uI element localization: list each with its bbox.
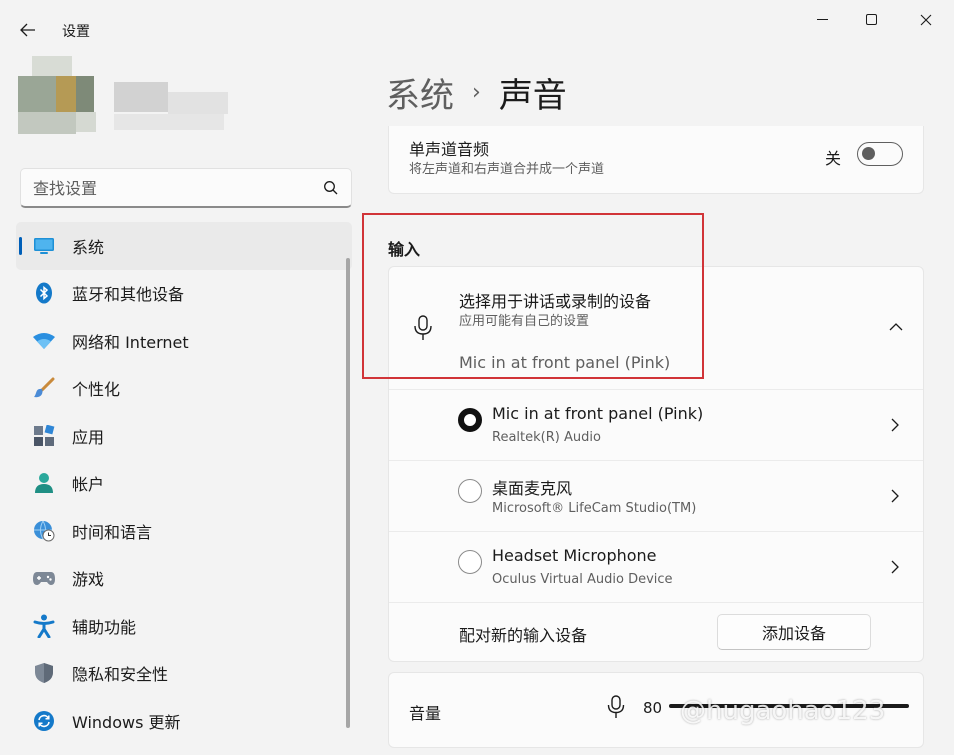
microphone-icon xyxy=(414,315,432,340)
volume-value: 80 xyxy=(643,699,663,717)
sidebar-nav: 系统 蓝牙和其他设备 网络和 Internet 个性化 应用 帐户 时间和语言 … xyxy=(16,222,352,745)
watermark: @hugaohao123 xyxy=(680,696,886,726)
window-title: 设置 xyxy=(62,24,90,40)
chevron-right-icon xyxy=(891,560,899,574)
sidebar-item-label: 网络和 Internet xyxy=(72,332,189,352)
microphone-icon[interactable] xyxy=(607,695,625,719)
breadcrumb-separator: › xyxy=(472,80,481,105)
sidebar-item-time-language[interactable]: 时间和语言 xyxy=(16,507,352,555)
device-radio-unchecked[interactable] xyxy=(458,479,482,503)
section-title-input: 输入 xyxy=(388,240,421,259)
device-name: Mic in at front panel (Pink) xyxy=(492,404,704,423)
search-box[interactable] xyxy=(20,168,352,208)
input-device-chooser[interactable]: 选择用于讲话或录制的设备 应用可能有自己的设置 Mic in at front … xyxy=(389,267,923,387)
breadcrumb: 系统 › 声音 xyxy=(386,68,567,117)
sidebar-item-apps[interactable]: 应用 xyxy=(16,412,352,460)
sidebar-item-windows-update[interactable]: Windows 更新 xyxy=(16,697,352,745)
chevron-right-icon xyxy=(891,418,899,432)
mono-audio-subtitle: 将左声道和右声道合并成一个声道 xyxy=(409,162,605,177)
input-device-card: 选择用于讲话或录制的设备 应用可能有自己的设置 Mic in at front … xyxy=(388,266,924,662)
search-input[interactable] xyxy=(33,169,323,207)
mono-audio-toggle[interactable] xyxy=(857,142,903,166)
sidebar-item-accessibility[interactable]: 辅助功能 xyxy=(16,602,352,650)
mono-audio-card: 单声道音频 将左声道和右声道合并成一个声道 关 xyxy=(388,126,924,194)
input-device-row[interactable]: Headset Microphone Oculus Virtual Audio … xyxy=(389,532,923,602)
input-device-row[interactable]: 桌面麦克风 Microsoft® LifeCam Studio(TM) xyxy=(389,461,923,531)
sidebar-item-label: 系统 xyxy=(72,237,105,257)
apps-icon xyxy=(32,424,56,448)
sidebar-item-label: 蓝牙和其他设备 xyxy=(72,285,185,305)
sidebar-item-label: 个性化 xyxy=(72,380,121,400)
chevron-up-icon xyxy=(889,323,903,331)
volume-label: 音量 xyxy=(409,704,442,723)
device-detail: Oculus Virtual Audio Device xyxy=(492,572,673,587)
toggle-state-label: 关 xyxy=(825,149,842,168)
device-name: 桌面麦克风 xyxy=(492,479,573,498)
sidebar-item-privacy[interactable]: 隐私和安全性 xyxy=(16,650,352,698)
minimize-icon xyxy=(817,19,828,20)
device-radio-unchecked[interactable] xyxy=(458,550,482,574)
add-device-button[interactable]: 添加设备 xyxy=(717,614,871,650)
close-button[interactable] xyxy=(903,6,949,34)
sidebar-item-bluetooth[interactable]: 蓝牙和其他设备 xyxy=(16,270,352,318)
title-bar: 设置 xyxy=(0,0,954,56)
search-icon[interactable] xyxy=(323,180,339,196)
sidebar-item-personalization[interactable]: 个性化 xyxy=(16,365,352,413)
device-radio-checked[interactable] xyxy=(458,408,482,432)
back-button[interactable] xyxy=(14,18,42,42)
sidebar-item-accounts[interactable]: 帐户 xyxy=(16,460,352,508)
sidebar-item-label: 应用 xyxy=(72,427,105,447)
close-icon xyxy=(920,14,932,26)
maximize-button[interactable] xyxy=(849,6,895,34)
chooser-subtitle: 应用可能有自己的设置 xyxy=(459,314,590,329)
accessibility-icon xyxy=(32,614,56,638)
shield-icon xyxy=(32,661,56,685)
sidebar-item-network[interactable]: 网络和 Internet xyxy=(16,317,352,365)
user-profile-blurred[interactable] xyxy=(18,56,233,146)
globe-clock-icon xyxy=(32,519,56,543)
page-title: 声音 xyxy=(498,76,567,116)
chooser-selected-device: Mic in at front panel (Pink) xyxy=(459,353,671,372)
arrow-left-icon xyxy=(20,23,35,37)
device-detail: Microsoft® LifeCam Studio(TM) xyxy=(492,501,697,516)
mono-audio-title: 单声道音频 xyxy=(409,140,490,159)
breadcrumb-parent[interactable]: 系统 xyxy=(386,68,454,117)
monitor-icon xyxy=(32,234,56,258)
chooser-title: 选择用于讲话或录制的设备 xyxy=(459,292,652,311)
chevron-right-icon xyxy=(891,489,899,503)
sidebar-item-label: 帐户 xyxy=(72,475,105,495)
sidebar-scrollbar[interactable] xyxy=(346,258,350,728)
bluetooth-icon xyxy=(32,281,56,305)
update-icon xyxy=(32,709,56,733)
device-name: Headset Microphone xyxy=(492,546,657,565)
sidebar-item-label: 游戏 xyxy=(72,570,105,590)
wifi-icon xyxy=(32,329,56,353)
gamepad-icon xyxy=(32,566,56,590)
paintbrush-icon xyxy=(32,376,56,400)
maximize-icon xyxy=(866,14,877,25)
toggle-knob xyxy=(862,147,875,160)
sidebar-item-label: 辅助功能 xyxy=(72,617,137,637)
minimize-button[interactable] xyxy=(800,6,846,34)
sidebar-item-label: 时间和语言 xyxy=(72,522,153,542)
sidebar-item-gaming[interactable]: 游戏 xyxy=(16,555,352,603)
input-device-row[interactable]: Mic in at front panel (Pink) Realtek(R) … xyxy=(389,390,923,460)
device-detail: Realtek(R) Audio xyxy=(492,430,601,445)
sidebar-item-label: 隐私和安全性 xyxy=(72,665,169,685)
person-icon xyxy=(32,471,56,495)
pair-device-row: 配对新的输入设备 添加设备 xyxy=(389,603,923,661)
pair-device-label: 配对新的输入设备 xyxy=(459,626,588,645)
sidebar-item-system[interactable]: 系统 xyxy=(16,222,352,270)
sidebar-item-label: Windows 更新 xyxy=(72,712,181,732)
